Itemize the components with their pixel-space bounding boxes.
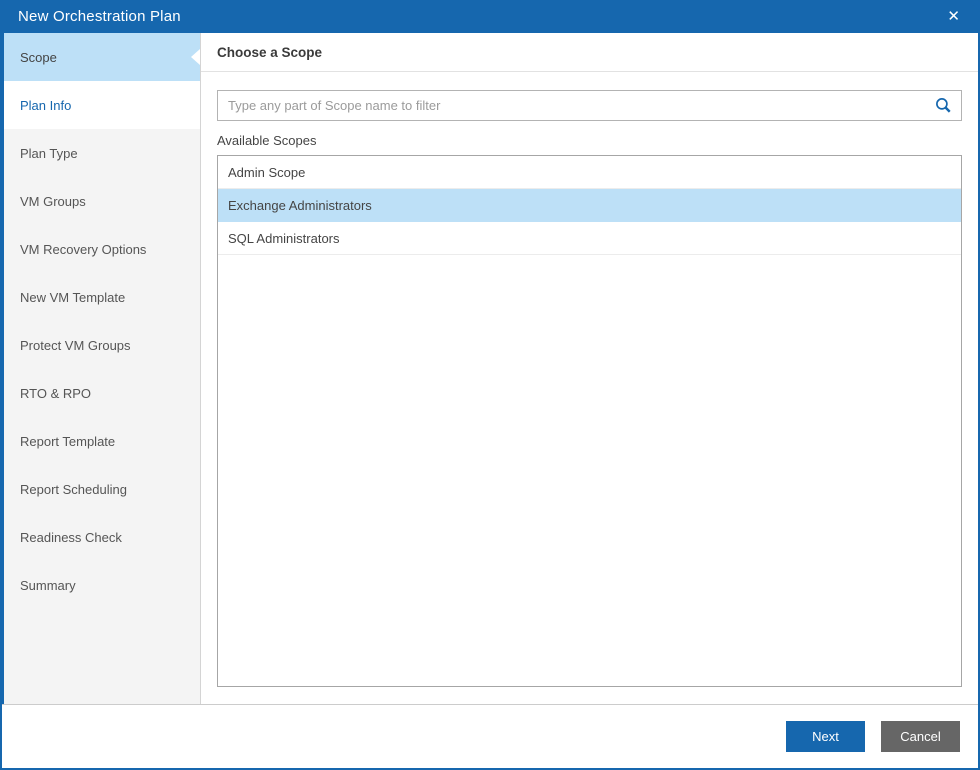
sidebar-item-label: Scope (20, 50, 57, 65)
dialog-footer: Next Cancel (2, 704, 978, 768)
content-inner: Available Scopes Admin Scope Exchange Adm… (201, 72, 978, 704)
sidebar-item-report-template[interactable]: Report Template (4, 417, 200, 465)
scope-list-item-admin-scope[interactable]: Admin Scope (218, 156, 961, 189)
scope-name: SQL Administrators (228, 231, 340, 246)
sidebar-item-label: Plan Info (20, 98, 71, 113)
next-button[interactable]: Next (786, 721, 865, 752)
wizard-steps-sidebar: Scope Plan Info Plan Type VM Groups VM Recov… (2, 33, 201, 704)
sidebar-item-plan-info[interactable]: Plan Info (4, 81, 200, 129)
sidebar-item-label: RTO & RPO (20, 386, 91, 401)
sidebar-item-label: Summary (20, 578, 76, 593)
scope-list-item-exchange-administrators[interactable]: Exchange Administrators (218, 189, 961, 222)
close-icon[interactable]: ✕ (943, 7, 964, 26)
sidebar-item-protect-vm-groups[interactable]: Protect VM Groups (4, 321, 200, 369)
sidebar-item-label: Report Template (20, 434, 115, 449)
sidebar-item-plan-type[interactable]: Plan Type (4, 129, 200, 177)
scope-name: Admin Scope (228, 165, 305, 180)
dialog-titlebar: New Orchestration Plan ✕ (2, 0, 978, 33)
sidebar-item-vm-groups[interactable]: VM Groups (4, 177, 200, 225)
sidebar-item-report-scheduling[interactable]: Report Scheduling (4, 465, 200, 513)
search-icon[interactable] (935, 97, 952, 114)
new-orchestration-plan-dialog: New Orchestration Plan ✕ Scope Plan Info P… (0, 0, 980, 770)
dialog-title: New Orchestration Plan (18, 8, 181, 25)
sidebar-item-new-vm-template[interactable]: New VM Template (4, 273, 200, 321)
sidebar-item-label: VM Groups (20, 194, 86, 209)
scope-name: Exchange Administrators (228, 198, 372, 213)
dialog-body: Scope Plan Info Plan Type VM Groups VM Recov… (2, 33, 978, 704)
sidebar-item-scope[interactable]: Scope (4, 33, 200, 81)
sidebar-item-label: VM Recovery Options (20, 242, 146, 257)
sidebar-item-label: Report Scheduling (20, 482, 127, 497)
sidebar-item-label: New VM Template (20, 290, 125, 305)
content-header: Choose a Scope (201, 33, 978, 72)
sidebar-item-label: Protect VM Groups (20, 338, 131, 353)
page-title: Choose a Scope (217, 45, 322, 60)
scope-filter-input[interactable] (217, 90, 962, 121)
scope-list: Admin Scope Exchange Administrators SQL Ad… (217, 155, 962, 687)
scope-step-content: Choose a Scope Available Scopes Admin Sc… (201, 33, 978, 704)
scope-filter (217, 90, 962, 121)
sidebar-item-summary[interactable]: Summary (4, 561, 200, 609)
available-scopes-label: Available Scopes (217, 133, 962, 148)
sidebar-item-label: Plan Type (20, 146, 78, 161)
sidebar-item-vm-recovery-options[interactable]: VM Recovery Options (4, 225, 200, 273)
sidebar-item-readiness-check[interactable]: Readiness Check (4, 513, 200, 561)
sidebar-item-rto-rpo[interactable]: RTO & RPO (4, 369, 200, 417)
scope-list-item-sql-administrators[interactable]: SQL Administrators (218, 222, 961, 255)
sidebar-item-label: Readiness Check (20, 530, 122, 545)
cancel-button[interactable]: Cancel (881, 721, 960, 752)
